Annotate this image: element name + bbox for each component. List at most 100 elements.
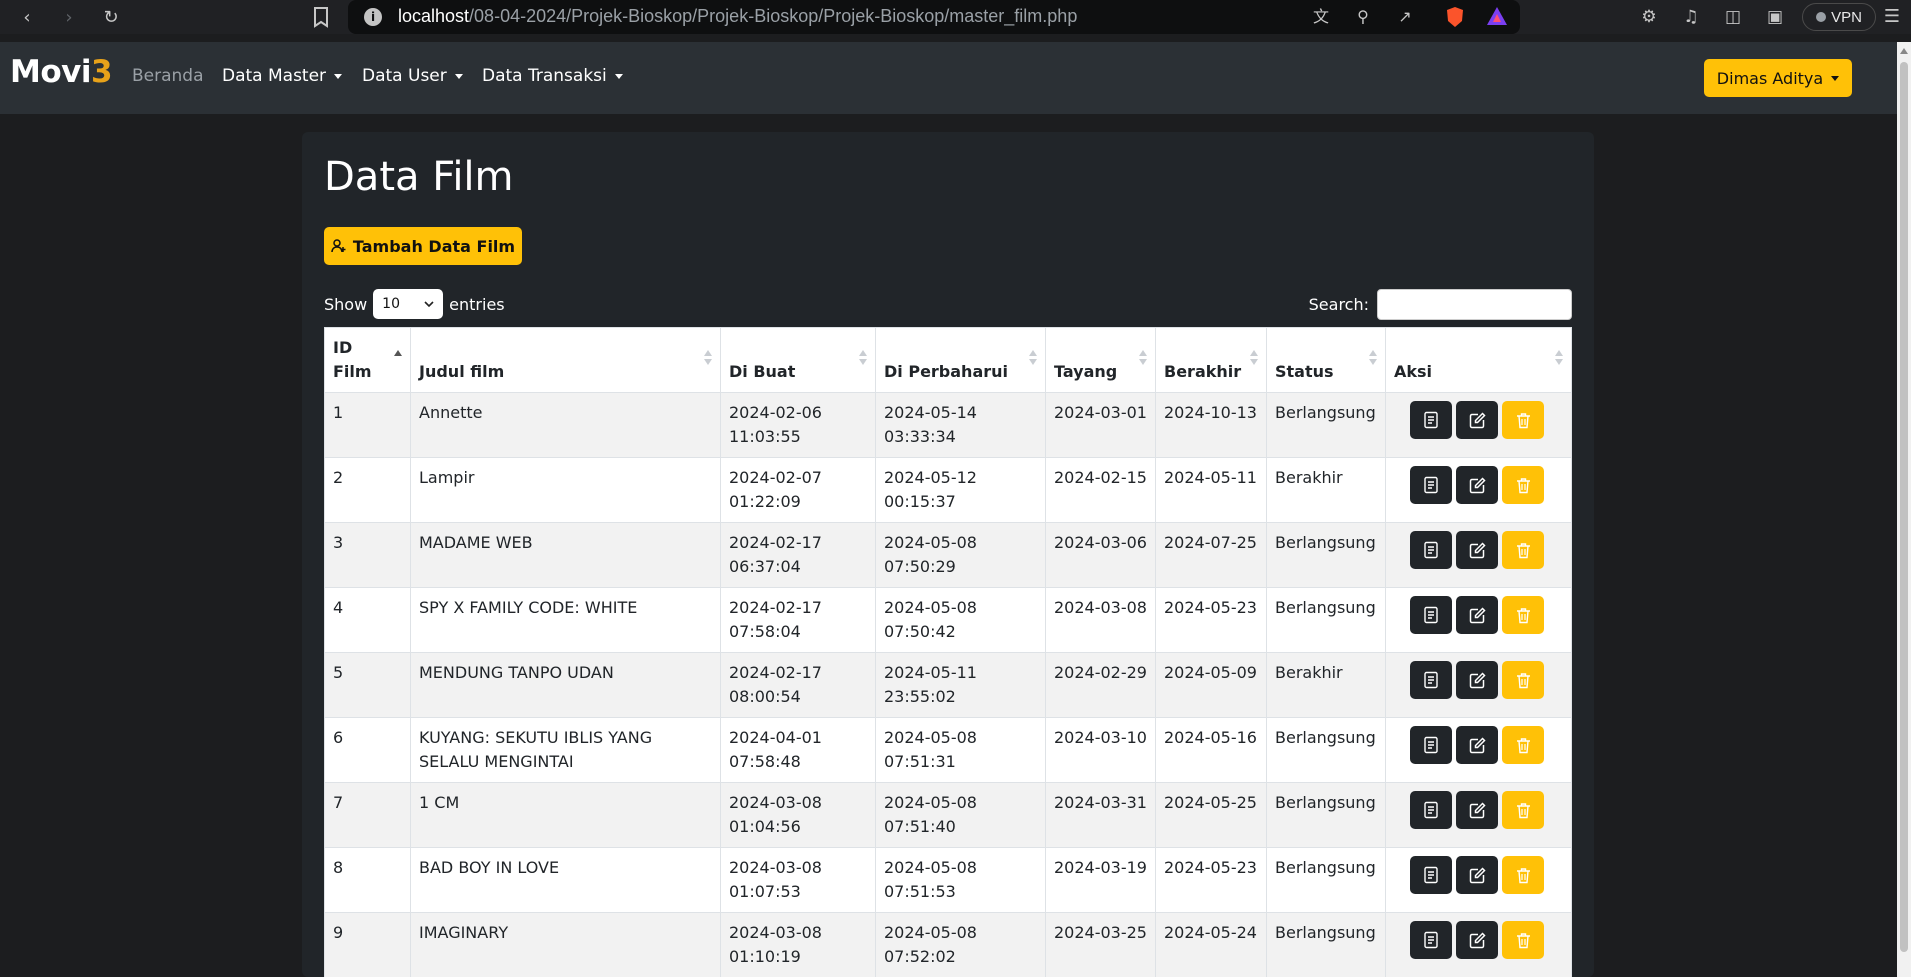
table-row: 2 Lampir 2024-02-07 01:22:09 2024-05-12 … [324, 457, 1572, 523]
edit-button[interactable] [1456, 401, 1498, 439]
sort-icon [1029, 350, 1037, 366]
cell-berakhir: 2024-05-23 [1155, 587, 1267, 653]
cell-status: Berlangsung [1266, 392, 1386, 458]
col-status[interactable]: Status [1266, 327, 1386, 393]
page-title: Data Film [324, 154, 514, 200]
brand-logo[interactable]: Movi3 [10, 54, 113, 90]
media-icon[interactable]: ♫ [1679, 5, 1703, 29]
edit-button[interactable] [1456, 921, 1498, 959]
detail-button[interactable] [1410, 596, 1452, 634]
col-id-film[interactable]: ID Film [324, 327, 411, 393]
detail-button[interactable] [1410, 661, 1452, 699]
wallet-icon[interactable]: ▣ [1763, 5, 1787, 29]
back-icon[interactable]: ‹ [14, 4, 40, 30]
cell-id: 8 [324, 847, 411, 913]
col-di-perbaharui[interactable]: Di Perbaharui [875, 327, 1046, 393]
delete-button[interactable] [1502, 531, 1544, 569]
cell-judul: SPY X FAMILY CODE: WHITE [410, 587, 721, 653]
delete-button[interactable] [1502, 661, 1544, 699]
vpn-button[interactable]: VPN [1802, 3, 1876, 31]
address-bar[interactable]: i localhost/08-04-2024/Projek-Bioskop/Pr… [348, 0, 1520, 34]
detail-button[interactable] [1410, 791, 1452, 829]
cell-berakhir: 2024-05-24 [1155, 912, 1267, 977]
reload-icon[interactable]: ↻ [98, 4, 124, 30]
sort-icon [1250, 350, 1258, 366]
col-judul-film[interactable]: Judul film [410, 327, 721, 393]
delete-button[interactable] [1502, 466, 1544, 504]
cell-diperbaharui: 2024-05-14 03:33:34 [875, 392, 1046, 458]
search-input[interactable] [1377, 289, 1572, 320]
sort-icon [1555, 350, 1563, 366]
zoom-icon[interactable]: ⚲ [1352, 6, 1374, 28]
edit-button[interactable] [1456, 791, 1498, 829]
cell-judul: Annette [410, 392, 721, 458]
forward-icon[interactable]: › [56, 4, 82, 30]
cell-status: Berlangsung [1266, 587, 1386, 653]
edit-button[interactable] [1456, 661, 1498, 699]
cell-aksi [1385, 847, 1572, 913]
entries-select[interactable]: 10 [373, 289, 444, 319]
url-text[interactable]: localhost/08-04-2024/Projek-Bioskop/Proj… [398, 6, 1077, 27]
delete-button[interactable] [1502, 856, 1544, 894]
cell-judul: IMAGINARY [410, 912, 721, 977]
col-tayang[interactable]: Tayang [1045, 327, 1156, 393]
nav-data-user[interactable]: Data User [362, 66, 463, 86]
scroll-up-icon[interactable] [1900, 48, 1908, 54]
edit-button[interactable] [1456, 596, 1498, 634]
cell-berakhir: 2024-05-16 [1155, 717, 1267, 783]
translate-icon[interactable]: 文 [1310, 6, 1332, 28]
detail-button[interactable] [1410, 466, 1452, 504]
cell-id: 1 [324, 392, 411, 458]
extensions-icon[interactable]: ⚙ [1637, 5, 1661, 29]
brave-shield-icon[interactable] [1444, 6, 1466, 28]
content-card: Data Film Tambah Data Film Show 10 entri… [302, 132, 1594, 977]
detail-button[interactable] [1410, 856, 1452, 894]
trash-icon [1516, 867, 1530, 883]
share-icon[interactable]: ↗ [1394, 6, 1416, 28]
edit-button[interactable] [1456, 466, 1498, 504]
app-navbar: Movi3 Beranda Data Master Data User Data… [0, 42, 1897, 114]
user-menu-button[interactable]: Dimas Aditya [1704, 59, 1852, 97]
edit-icon [1469, 476, 1486, 493]
detail-button[interactable] [1410, 401, 1452, 439]
delete-button[interactable] [1502, 921, 1544, 959]
cell-tayang: 2024-03-10 [1045, 717, 1156, 783]
cell-dibuat: 2024-03-08 01:10:19 [720, 912, 876, 977]
menu-icon[interactable]: ☰ [1880, 5, 1904, 29]
sort-icon [1369, 350, 1377, 366]
document-icon [1424, 606, 1438, 624]
delete-button[interactable] [1502, 791, 1544, 829]
col-berakhir[interactable]: Berakhir [1155, 327, 1267, 393]
cell-tayang: 2024-03-19 [1045, 847, 1156, 913]
add-film-button[interactable]: Tambah Data Film [324, 227, 522, 265]
edit-button[interactable] [1456, 531, 1498, 569]
detail-button[interactable] [1410, 921, 1452, 959]
document-icon [1424, 931, 1438, 949]
document-icon [1424, 671, 1438, 689]
col-di-buat[interactable]: Di Buat [720, 327, 876, 393]
nav-data-transaksi[interactable]: Data Transaksi [482, 66, 623, 86]
edit-icon [1469, 931, 1486, 948]
cell-judul: Lampir [410, 457, 721, 523]
edit-icon [1469, 671, 1486, 688]
detail-button[interactable] [1410, 531, 1452, 569]
site-info-icon[interactable]: i [364, 8, 382, 26]
col-aksi[interactable]: Aksi [1385, 327, 1572, 393]
detail-button[interactable] [1410, 726, 1452, 764]
scrollbar-thumb[interactable] [1900, 62, 1908, 952]
cell-diperbaharui: 2024-05-12 00:15:37 [875, 457, 1046, 523]
sidebar-icon[interactable]: ◫ [1721, 5, 1745, 29]
bookmark-icon[interactable] [310, 5, 332, 29]
delete-button[interactable] [1502, 401, 1544, 439]
delete-button[interactable] [1502, 596, 1544, 634]
cell-diperbaharui: 2024-05-08 07:51:53 [875, 847, 1046, 913]
edit-button[interactable] [1456, 726, 1498, 764]
page-scrollbar[interactable] [1897, 42, 1911, 977]
document-icon [1424, 866, 1438, 884]
edit-button[interactable] [1456, 856, 1498, 894]
delete-button[interactable] [1502, 726, 1544, 764]
brave-rewards-icon[interactable] [1486, 6, 1508, 28]
sort-icon [859, 350, 867, 366]
nav-beranda[interactable]: Beranda [132, 66, 204, 86]
nav-data-master[interactable]: Data Master [222, 66, 343, 86]
